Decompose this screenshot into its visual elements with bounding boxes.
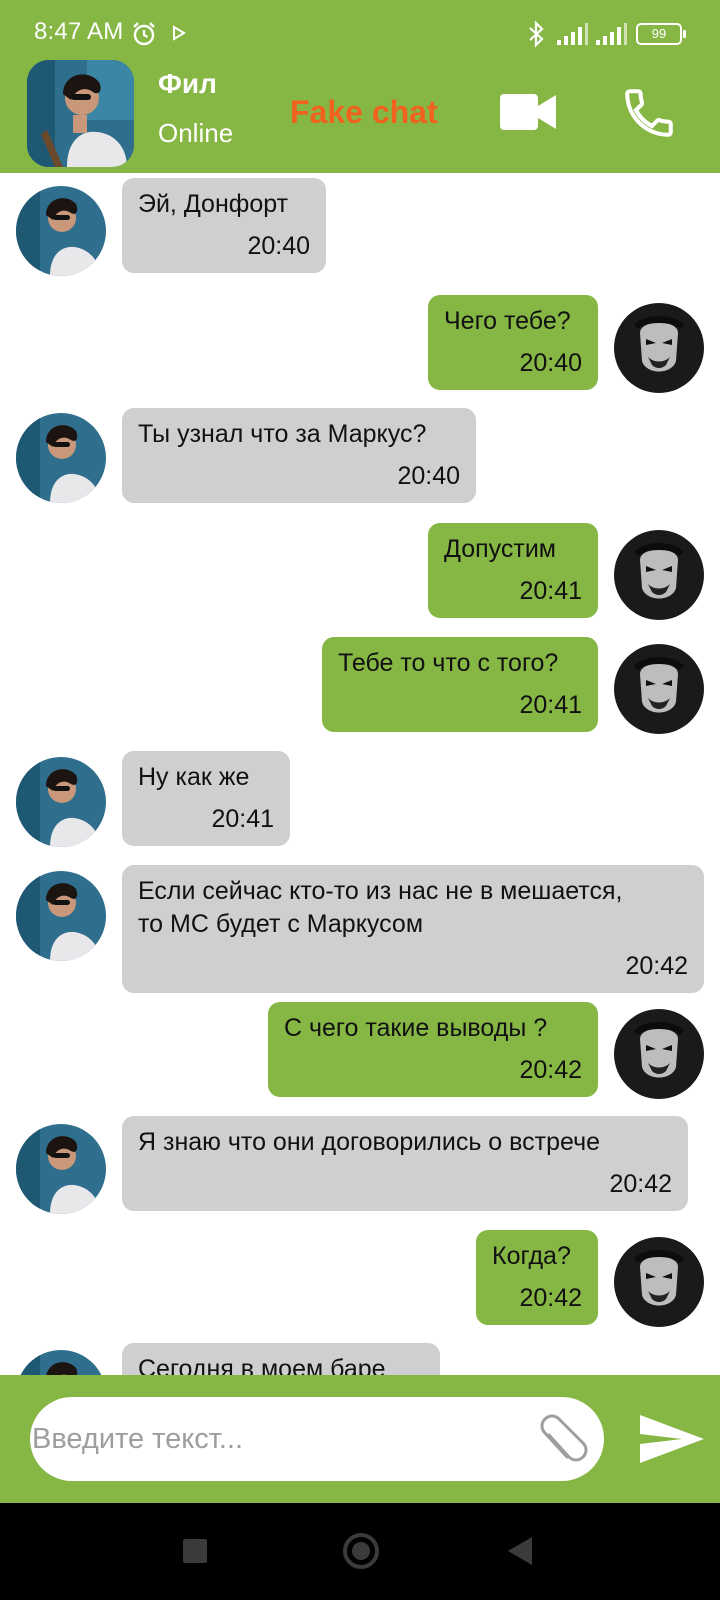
message-bubble[interactable]: Сегодня в моем баре [122,1343,440,1375]
message-time: 20:42 [519,1056,582,1084]
user-avatar-small[interactable] [614,1009,704,1099]
message-bubble[interactable]: Тебе то что с того? 20:41 [322,637,598,732]
message-text: Эй, Донфорт [138,190,289,218]
message-time: 20:40 [519,349,582,377]
contact-avatar-small[interactable] [16,757,106,847]
message-text: Сегодня в моем баре [138,1355,386,1375]
message-text: Чего тебе? [444,307,571,335]
user-avatar-small[interactable] [614,530,704,620]
status-bar: 8:47 AM 99 [0,0,720,60]
message-time: 20:41 [211,805,274,833]
user-avatar-small[interactable] [614,1237,704,1327]
message-input-container [30,1397,604,1481]
message-text: Я знаю что они договорились о встрече [138,1128,600,1156]
app-label: Fake chat [290,94,438,130]
message-bubble[interactable]: Допустим 20:41 [428,523,598,618]
message-list[interactable]: Эй, Донфорт 20:40 Чего тебе? 20:40 Ты уз… [0,173,720,1375]
contact-avatar-small[interactable] [16,1124,106,1214]
contact-avatar-small[interactable] [16,186,106,276]
play-icon [173,25,186,41]
send-icon[interactable] [638,1413,706,1465]
battery-icon: 99 [636,23,686,45]
message-bubble[interactable]: Если сейчас кто-то из нас не в мешается,… [122,865,704,993]
message-text: Тебе то что с того? [338,649,559,677]
message-time: 20:42 [609,1170,672,1198]
message-text: Ты узнал что за Маркус? [138,420,427,448]
message-time: 20:42 [625,952,688,980]
message-time: 20:40 [397,462,460,490]
contact-photo [27,60,134,167]
chat-header: Фил Online Fake chat [0,60,720,173]
message-bubble[interactable]: Эй, Донфорт 20:40 [122,178,326,273]
message-time: 20:41 [519,691,582,719]
bluetooth-icon [529,20,544,48]
contact-avatar-small[interactable] [16,1350,106,1375]
contact-name: Фил [158,68,217,99]
message-bubble[interactable]: Чего тебе? 20:40 [428,295,598,390]
home-button[interactable] [343,1533,379,1569]
back-button[interactable] [508,1537,532,1565]
phone-call-icon[interactable] [620,84,678,142]
attach-icon[interactable] [533,1411,593,1467]
contact-avatar[interactable] [27,60,134,167]
alarm-icon [133,22,155,46]
video-call-icon[interactable] [500,92,558,132]
user-avatar-small[interactable] [614,303,704,393]
signal-icon [557,23,588,45]
message-bubble[interactable]: Ты узнал что за Маркус? 20:40 [122,408,476,503]
message-text: Когда? [492,1242,571,1270]
message-text: Если сейчас кто-то из нас не в мешается,… [138,877,623,938]
message-text: Ну как же [138,763,250,791]
message-time: 20:41 [519,577,582,605]
message-time: 20:40 [247,232,310,260]
contact-avatar-small[interactable] [16,413,106,503]
message-input[interactable] [30,1397,510,1481]
system-nav-bar [0,1503,720,1600]
message-text: Допустим [444,535,556,563]
user-avatar-small[interactable] [614,644,704,734]
composer-bar [0,1375,720,1503]
recent-apps-button[interactable] [183,1539,207,1563]
signal-icon-2 [596,23,627,45]
message-time: 20:42 [519,1284,582,1312]
message-text: С чего такие выводы ? [284,1014,548,1042]
message-bubble[interactable]: Когда? 20:42 [476,1230,598,1325]
status-time: 8:47 AM [34,18,124,45]
message-bubble[interactable]: С чего такие выводы ? 20:42 [268,1002,598,1097]
contact-avatar-small[interactable] [16,871,106,961]
top-bar: 8:47 AM 99 Фил Online Fake chat [0,0,720,173]
message-bubble[interactable]: Я знаю что они договорились о встрече 20… [122,1116,688,1211]
contact-status: Online [158,118,234,148]
message-bubble[interactable]: Ну как же 20:41 [122,751,290,846]
